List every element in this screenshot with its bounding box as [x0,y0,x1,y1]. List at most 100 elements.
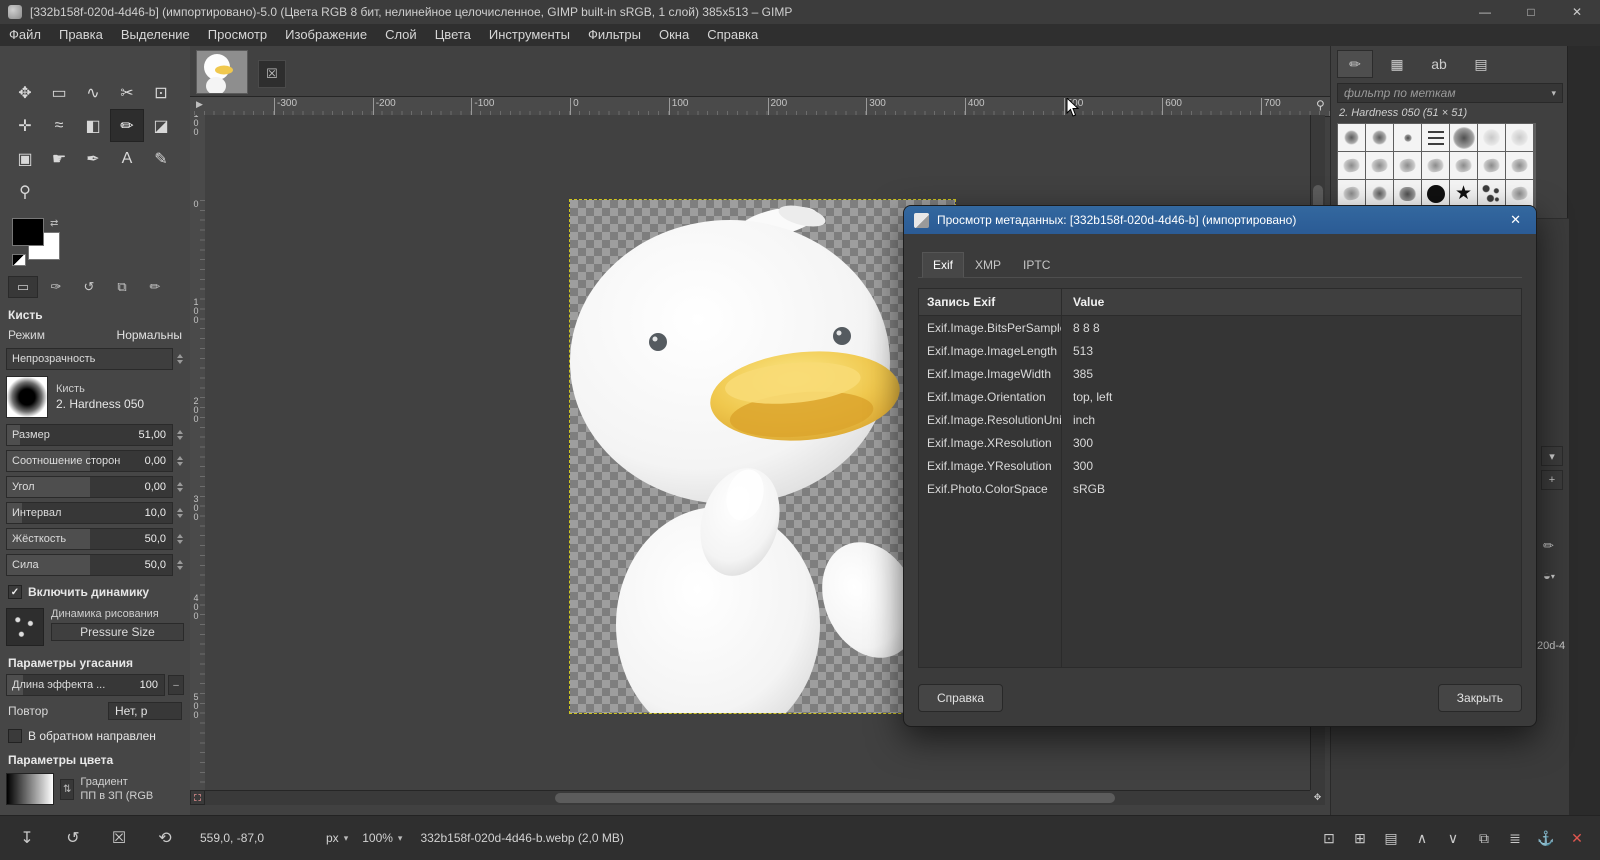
merge-layer-icon[interactable]: ≣ [1504,826,1526,850]
smudge-tool[interactable]: ☛ [42,142,76,175]
ruler-zoom-icon[interactable]: ⚲ [1316,98,1325,112]
menu-item[interactable]: Изображение [276,24,376,46]
brush-tile[interactable] [1450,124,1477,151]
reverse-checkbox[interactable] [8,729,22,743]
brush-tile[interactable] [1478,124,1505,151]
bucket-fill-tool[interactable]: ◧ [76,109,110,142]
anchor-layer-icon[interactable]: ⚓ [1535,826,1557,850]
lower-layer-icon[interactable]: ∨ [1442,826,1464,850]
new-group-icon[interactable]: ▤ [1380,826,1402,850]
brush-tile[interactable] [1478,152,1505,179]
table-row[interactable]: Exif.Image.ImageLength 513 [919,339,1521,362]
add-icon[interactable]: + [1541,470,1563,490]
dynamics-value[interactable]: Pressure Size [51,623,184,641]
horizontal-ruler[interactable]: -300-200-1000100200300400500600700 [190,96,1330,117]
brush-tile[interactable] [1394,180,1421,207]
brush-tile[interactable] [1506,124,1533,151]
redo-icon[interactable]: ⟲ [150,823,180,853]
slider-spin[interactable] [176,456,184,466]
foreground-color-swatch[interactable] [12,218,44,246]
default-colors-icon[interactable] [12,254,26,266]
table-row[interactable]: Exif.Image.ResolutionUnit inch [919,408,1521,431]
maximize-button[interactable]: □ [1508,0,1554,24]
slider-spin[interactable] [176,430,184,440]
brush-tile[interactable] [1366,180,1393,207]
brushes-tab-icon[interactable]: ✏ [1337,50,1373,78]
image-tab-thumbnail[interactable] [196,50,248,94]
text-tool[interactable]: A [110,142,144,175]
brush-tile[interactable] [1338,152,1365,179]
quick-mask-button[interactable] [190,790,205,805]
close-button[interactable]: ✕ [1554,0,1600,24]
toggle-dialogs-icon[interactable]: ⊡ [1318,826,1340,850]
dialog-tab[interactable]: Exif [922,252,964,278]
tool-options-tab-icon[interactable]: ▭ [8,276,38,298]
delete-layer-icon[interactable]: ✕ [1566,826,1588,850]
device-status-tab-icon[interactable]: ✑ [41,276,71,298]
menu-item[interactable]: Справка [698,24,767,46]
document-history-tab-icon[interactable]: ▤ [1463,50,1499,78]
scissors-select-tool[interactable]: ✂ [110,76,144,109]
paintbrush-tool[interactable]: ✏ [110,109,144,142]
menu-item[interactable]: Файл [0,24,50,46]
raise-layer-icon[interactable]: ∧ [1411,826,1433,850]
option-slider[interactable]: Угол 0,00 [6,476,173,498]
help-button[interactable]: Справка [918,684,1003,712]
close-button[interactable]: Закрыть [1438,684,1522,712]
rectangle-select-tool[interactable]: ▭ [42,76,76,109]
table-row[interactable]: Exif.Image.BitsPerSample 8 8 8 [919,316,1521,339]
dialog-close-icon[interactable]: ✕ [1505,212,1526,228]
paint-mode-value[interactable]: Нормальны [117,328,182,342]
delete-icon[interactable]: ☒ [104,823,134,853]
navigation-button[interactable]: ✥ [1310,790,1325,805]
repeat-mode-row[interactable]: Повтор Нет, р [8,702,182,720]
slider-spin[interactable] [176,534,184,544]
move-tool[interactable]: ✥ [8,76,42,109]
brush-tile[interactable] [1478,180,1505,207]
minimize-button[interactable]: — [1462,0,1508,24]
free-select-tool[interactable]: ∿ [76,76,110,109]
close-image-tab-icon[interactable]: ☒ [258,60,286,88]
fade-length-slider[interactable]: Длина эффекта ... 100 [6,674,165,696]
brush-tile[interactable] [1450,180,1477,207]
repeat-mode-value[interactable]: Нет, р [108,702,182,720]
dialog-tab[interactable]: XMP [964,252,1012,278]
menu-item[interactable]: Просмотр [199,24,276,46]
slider-spin[interactable] [176,482,184,492]
menu-item[interactable]: Инструменты [480,24,579,46]
slider-spin[interactable] [176,560,184,570]
paint-mode-row[interactable]: Режим Нормальны [8,328,182,342]
option-slider[interactable]: Интервал 10,0 [6,502,173,524]
menu-item[interactable]: Окна [650,24,698,46]
transform-tool[interactable]: ✛ [8,109,42,142]
gradient-reverse-icon[interactable]: ⇅ [60,779,74,800]
new-layer-icon[interactable]: ⊞ [1349,826,1371,850]
menu-item[interactable]: Правка [50,24,112,46]
vertical-ruler[interactable]: - 1 0 001 0 02 0 03 0 04 0 05 0 0 [190,115,206,790]
brush-tile[interactable] [1506,180,1533,207]
ink-tool[interactable]: ✒ [76,142,110,175]
brush-filter-input[interactable]: фильтр по меткам [1337,83,1563,103]
patterns-tab-icon[interactable]: ▦ [1379,50,1415,78]
slider-spin[interactable] [176,354,184,364]
gradient-thumbnail[interactable] [6,773,54,805]
color-picker-tool[interactable]: ✎ [144,142,178,175]
swap-colors-icon[interactable]: ⇄ [50,218,58,229]
option-slider[interactable]: Жёсткость 50,0 [6,528,173,550]
crop-tool[interactable]: ⊡ [144,76,178,109]
dialog-tab[interactable]: IPTC [1012,252,1061,278]
color-selector[interactable]: ⇄ [12,218,82,268]
menu-item[interactable]: Выделение [112,24,199,46]
undo-icon[interactable]: ↺ [58,823,88,853]
horizontal-scrollbar[interactable] [205,790,1310,805]
brush-tile[interactable] [1366,152,1393,179]
menu-item[interactable]: Фильтры [579,24,650,46]
fonts-tab-icon[interactable]: ab [1421,50,1457,78]
brush-tile[interactable] [1338,124,1365,151]
exif-table[interactable]: Запись Exif Value Exif.Image.BitsPerSamp… [918,288,1522,668]
brush-thumbnail[interactable] [6,376,48,418]
brush-tile[interactable] [1450,152,1477,179]
brush-selector[interactable]: Кисть 2. Hardness 050 [6,376,184,418]
table-row[interactable]: Exif.Image.XResolution 300 [919,431,1521,454]
option-slider[interactable]: Сила 50,0 [6,554,173,576]
